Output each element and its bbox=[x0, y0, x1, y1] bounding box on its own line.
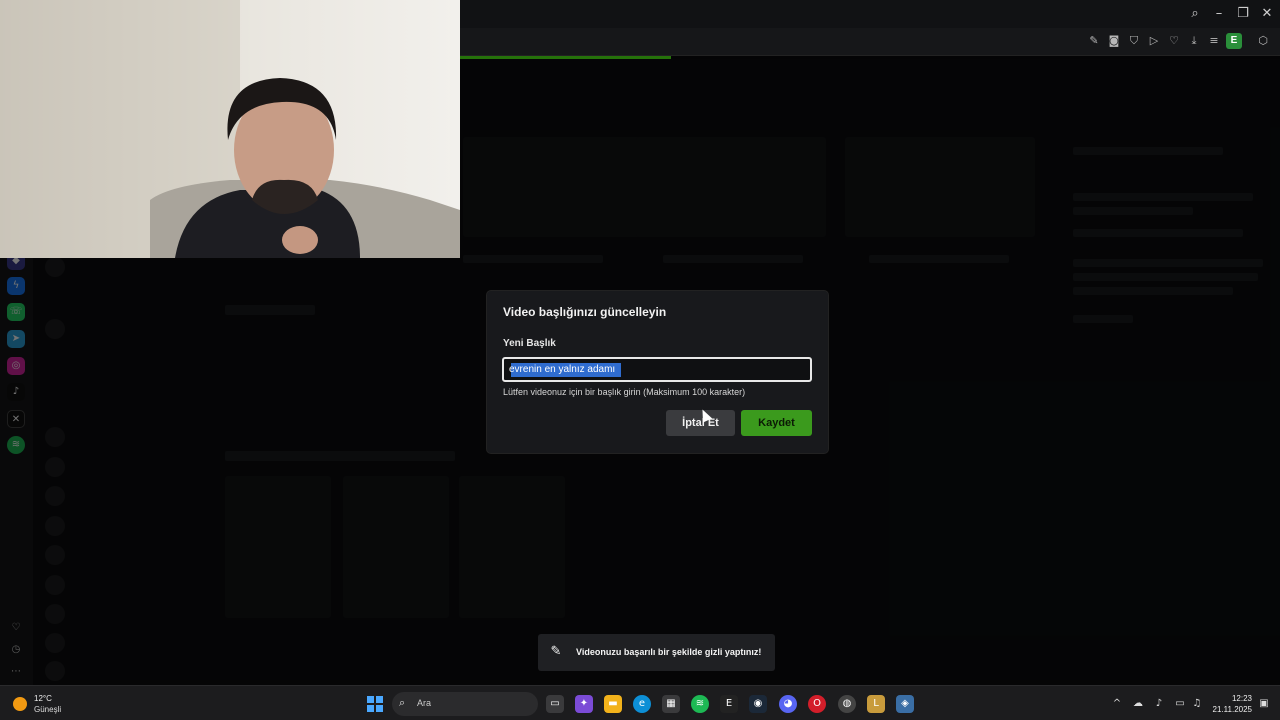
task-view-icon[interactable]: ▭ bbox=[546, 695, 564, 713]
notification-icon[interactable]: ▣ bbox=[1257, 697, 1271, 711]
close-icon[interactable]: ✕ bbox=[1259, 6, 1275, 22]
clock-date[interactable]: 21.11.2025 bbox=[1208, 705, 1252, 715]
sun-icon[interactable] bbox=[13, 697, 27, 711]
weather-condition[interactable]: Güneşli bbox=[34, 705, 74, 715]
app-icon[interactable]: ◈ bbox=[896, 695, 914, 713]
taskbar-search[interactable]: ⌕ Ara bbox=[392, 692, 538, 716]
restore-icon[interactable]: ❐ bbox=[1235, 6, 1251, 22]
discord-icon[interactable]: ◕ bbox=[779, 695, 797, 713]
tray-chevron-icon[interactable]: ^ bbox=[1110, 697, 1124, 711]
weather-temperature[interactable]: 12°C bbox=[34, 694, 74, 704]
save-button[interactable]: Kaydet bbox=[741, 410, 812, 436]
pencil-icon: ✎ bbox=[550, 644, 562, 659]
extension-icon[interactable]: ⬡ bbox=[1256, 34, 1270, 48]
opera-gx-icon[interactable]: O bbox=[808, 695, 826, 713]
download-icon[interactable]: ⤓ bbox=[1187, 34, 1201, 48]
search-icon: ⌕ bbox=[399, 696, 406, 709]
network-icon[interactable]: ▭ bbox=[1173, 697, 1187, 711]
minimize-icon[interactable]: – bbox=[1211, 6, 1227, 22]
camera-icon[interactable]: ◙ bbox=[1107, 34, 1121, 48]
play-icon[interactable]: ▷ bbox=[1147, 34, 1161, 48]
obs-icon[interactable]: ◍ bbox=[838, 695, 856, 713]
title-hint: Lütfen videonuz için bir başlık girin (M… bbox=[503, 387, 746, 397]
search-icon[interactable]: ⌕ bbox=[1187, 6, 1203, 22]
file-explorer-icon[interactable]: ▬ bbox=[604, 695, 622, 713]
start-button[interactable] bbox=[367, 696, 383, 712]
steam-icon[interactable]: ◉ bbox=[749, 695, 767, 713]
success-toast: ✎ Videonuzu başarılı bir şekilde gizli y… bbox=[538, 634, 775, 671]
microphone-icon[interactable]: ♪ bbox=[1152, 697, 1166, 711]
new-title-label: Yeni Başlık bbox=[503, 338, 556, 349]
spotify-icon[interactable]: ≋ bbox=[691, 695, 709, 713]
profile-avatar[interactable]: E bbox=[1226, 33, 1242, 49]
volume-icon[interactable]: ♫ bbox=[1190, 697, 1204, 711]
store-icon[interactable]: ▦ bbox=[662, 695, 680, 713]
league-client-icon[interactable]: L bbox=[867, 695, 885, 713]
edit-icon[interactable]: ✎ bbox=[1087, 34, 1101, 48]
search-label: Ara bbox=[417, 698, 432, 708]
clock-time[interactable]: 12:23 bbox=[1212, 694, 1252, 704]
edit-title-dialog: Video başlığınızı güncelleyin Yeni Başlı… bbox=[487, 291, 828, 453]
dialog-title: Video başlığınızı güncelleyin bbox=[503, 305, 667, 319]
edge-icon[interactable]: e bbox=[633, 695, 651, 713]
cloud-icon[interactable]: ☁ bbox=[1131, 697, 1145, 711]
title-input-wrapper[interactable] bbox=[502, 357, 812, 382]
menu-icon[interactable]: ≡ bbox=[1207, 34, 1221, 48]
webcam-image bbox=[0, 0, 460, 258]
toast-message: Videonuzu başarılı bir şekilde gizli yap… bbox=[576, 647, 762, 657]
heart-icon[interactable]: ♡ bbox=[1167, 34, 1181, 48]
copilot-icon[interactable]: ✦ bbox=[575, 695, 593, 713]
shield-icon[interactable]: ⛉ bbox=[1127, 34, 1141, 48]
title-input[interactable] bbox=[509, 362, 804, 377]
epic-games-icon[interactable]: E bbox=[720, 695, 738, 713]
webcam-overlay bbox=[0, 0, 460, 258]
